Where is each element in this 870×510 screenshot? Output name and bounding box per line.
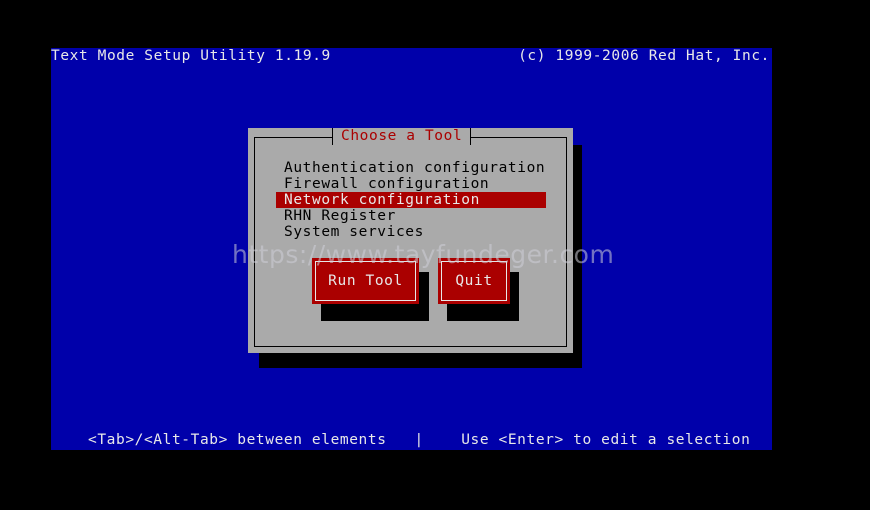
list-item-network[interactable]: Network configuration <box>276 192 546 208</box>
app-title: Text Mode Setup Utility 1.19.9 <box>51 48 331 64</box>
dialog-title: Choose a Tool <box>332 128 472 145</box>
copyright-text: (c) 1999-2006 Red Hat, Inc. <box>518 48 770 64</box>
tool-list[interactable]: Authentication configuration Firewall co… <box>276 160 546 240</box>
watermark-text: https://www.tayfundeger.com <box>232 240 615 269</box>
status-bar: <Tab>/<Alt-Tab> between elements | Use <… <box>88 432 751 448</box>
list-item-authentication[interactable]: Authentication configuration <box>276 160 546 176</box>
list-item-firewall[interactable]: Firewall configuration <box>276 176 546 192</box>
list-item-system-services[interactable]: System services <box>276 224 546 240</box>
list-item-rhn-register[interactable]: RHN Register <box>276 208 546 224</box>
